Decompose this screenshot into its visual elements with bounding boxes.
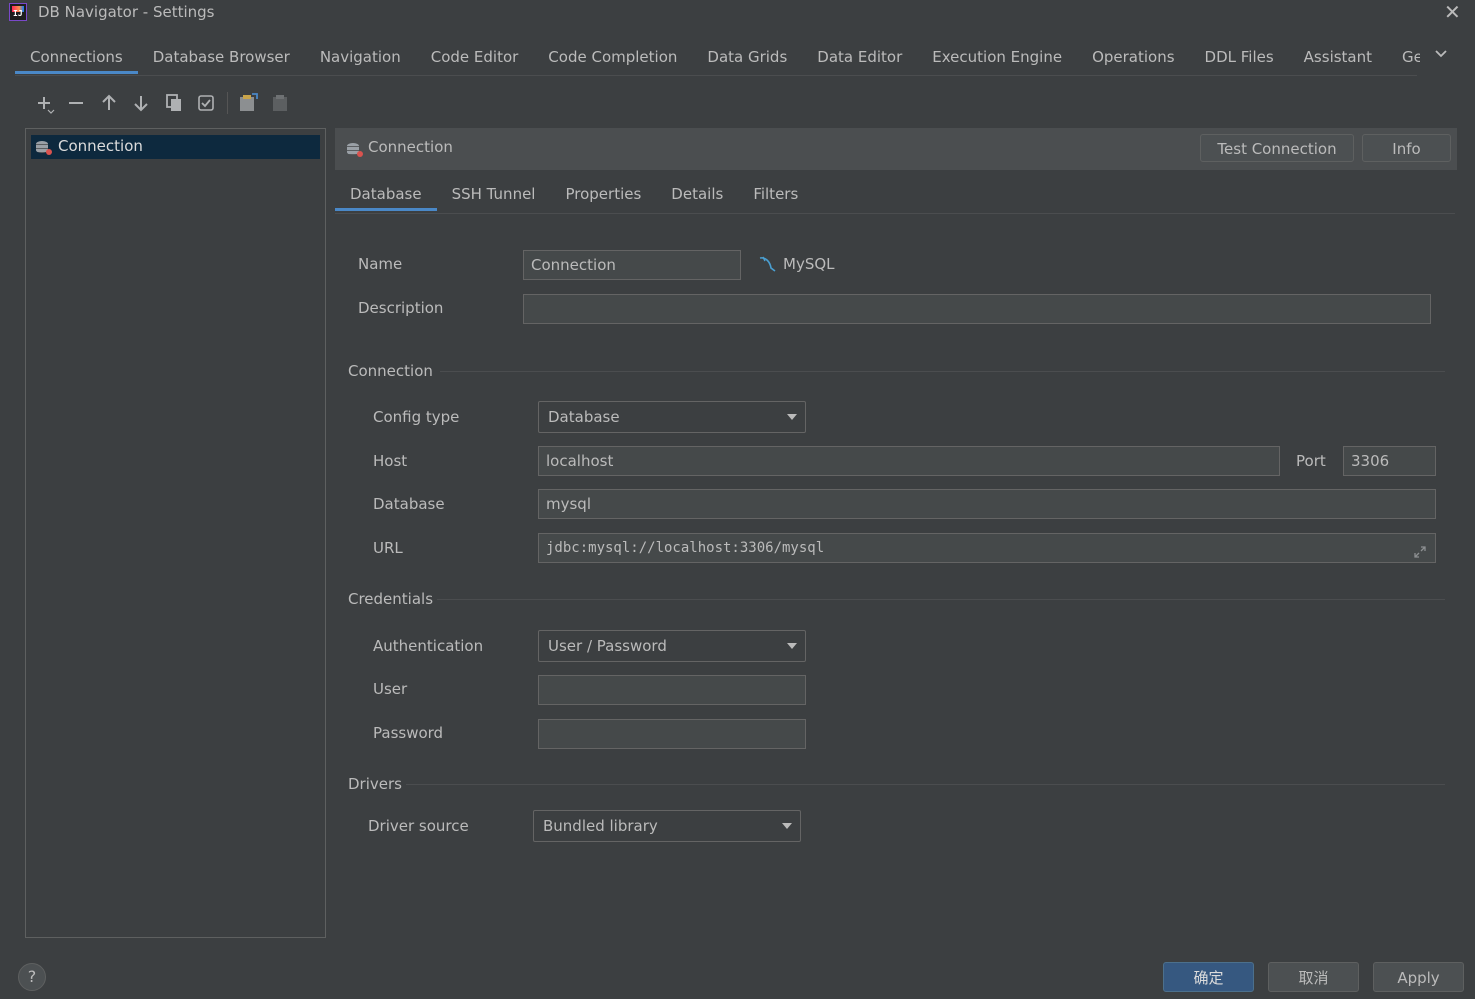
tab-data-editor[interactable]: Data Editor [802,44,917,74]
copy-icon[interactable] [163,92,185,114]
move-down-icon[interactable] [130,92,152,114]
expand-icon[interactable] [1413,541,1427,569]
checkbox-icon[interactable] [195,92,217,114]
name-field[interactable]: Connection [523,250,741,280]
section-divider [440,371,1445,372]
section-divider [437,599,1445,600]
credentials-section-title: Credentials [348,590,434,608]
host-label: Host [373,452,408,470]
section-divider [406,784,1445,785]
tab-assistant[interactable]: Assistant [1289,44,1387,74]
settings-tabs: Connections Database Browser Navigation Cod… [15,44,1420,76]
intellij-app-icon: IJ [9,3,27,21]
list-item-connection[interactable]: Connection [31,135,320,159]
add-icon[interactable] [34,92,56,114]
authentication-label: Authentication [373,637,484,655]
config-type-label: Config type [373,408,460,426]
authentication-value: User / Password [548,637,667,655]
url-label: URL [373,539,403,557]
driver-source-value: Bundled library [543,817,658,835]
help-button[interactable]: ? [18,963,46,991]
driver-source-label: Driver source [368,817,469,835]
description-label: Description [358,299,444,317]
connection-header-title: Connection [368,138,453,156]
chevron-down-icon[interactable] [1434,46,1448,65]
driver-source-select[interactable]: Bundled library [533,810,801,842]
password-label: Password [373,724,444,742]
tabs-divider [15,75,1417,76]
tab-data-grids[interactable]: Data Grids [692,44,802,74]
config-type-value: Database [548,408,620,426]
import-icon[interactable] [237,92,259,114]
drivers-section-title: Drivers [348,775,402,793]
apply-button[interactable]: Apply [1373,962,1464,992]
tab-ddl-files[interactable]: DDL Files [1190,44,1289,74]
window-title: DB Navigator - Settings [38,3,215,21]
ok-button[interactable]: 确定 [1163,962,1254,992]
tab-filters[interactable]: Filters [738,178,813,211]
database-icon [347,142,363,157]
tabs-divider [335,213,1455,214]
close-icon[interactable]: ✕ [1444,2,1461,22]
cancel-button[interactable]: 取消 [1268,962,1359,992]
toolbar-separator [227,92,228,114]
password-field[interactable] [538,719,806,749]
list-item-label: Connection [58,137,143,155]
tab-navigation[interactable]: Navigation [305,44,416,74]
config-type-select[interactable]: Database [538,401,806,433]
tab-database-browser[interactable]: Database Browser [138,44,305,74]
tab-execution-engine[interactable]: Execution Engine [917,44,1077,74]
tab-code-editor[interactable]: Code Editor [416,44,534,74]
tab-details[interactable]: Details [656,178,738,211]
authentication-select[interactable]: User / Password [538,630,806,662]
move-up-icon[interactable] [98,92,120,114]
port-field[interactable]: 3306 [1343,446,1436,476]
connection-header: Connection Test Connection Info [335,128,1457,170]
title-bar: IJ DB Navigator - Settings ✕ [0,0,1475,30]
url-field[interactable]: jdbc:mysql://localhost:3306/mysql [538,533,1436,563]
info-button[interactable]: Info [1362,134,1451,162]
database-icon [36,140,52,155]
connection-section-title: Connection [348,362,433,380]
mysql-icon [758,254,778,278]
host-field[interactable]: localhost [538,446,1280,476]
tab-code-completion[interactable]: Code Completion [533,44,692,74]
connection-tabs: Database SSH Tunnel Properties Details Filte… [335,178,813,214]
database-type-label: MySQL [783,255,835,273]
tab-connections[interactable]: Connections [15,44,138,74]
remove-icon[interactable] [65,92,87,114]
description-field[interactable] [523,294,1431,324]
dropdown-arrow-icon [787,643,797,649]
connections-list: Connection [25,128,326,938]
user-label: User [373,680,408,698]
tab-operations[interactable]: Operations [1077,44,1189,74]
tab-general[interactable]: Genera [1387,44,1420,74]
database-label: Database [373,495,445,513]
dropdown-arrow-icon [782,823,792,829]
tab-properties[interactable]: Properties [550,178,656,211]
database-field[interactable]: mysql [538,489,1436,519]
tab-database[interactable]: Database [335,178,437,211]
port-label: Port [1296,452,1326,470]
dropdown-arrow-icon [787,414,797,420]
url-value: jdbc:mysql://localhost:3306/mysql [546,540,825,556]
tab-ssh-tunnel[interactable]: SSH Tunnel [437,178,551,211]
test-connection-button[interactable]: Test Connection [1200,134,1354,162]
name-label: Name [358,255,403,273]
user-field[interactable] [538,675,806,705]
paste-icon[interactable] [269,92,291,114]
